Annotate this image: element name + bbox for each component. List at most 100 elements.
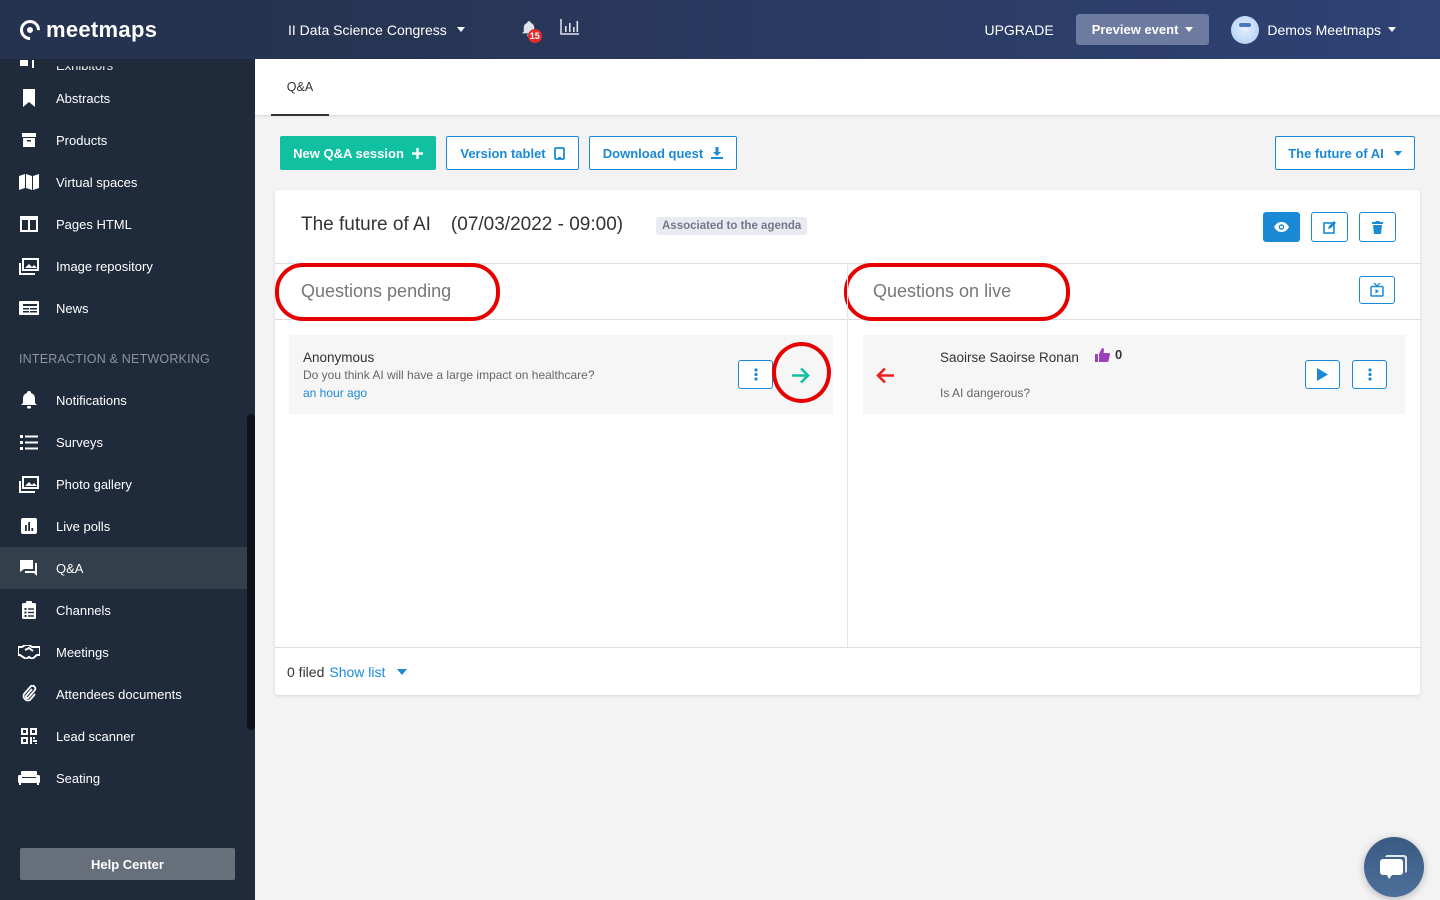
sidebar-item-live-polls[interactable]: Live polls bbox=[0, 505, 247, 547]
user-name: Demos Meetmaps bbox=[1267, 21, 1381, 38]
download-icon bbox=[711, 147, 724, 159]
sidebar-scrollbar[interactable] bbox=[247, 414, 255, 730]
chevron-down-icon bbox=[1185, 27, 1194, 32]
sidebar-item-attendees-documents[interactable]: Attendees documents bbox=[0, 673, 247, 715]
chat-bubbles-icon bbox=[1380, 855, 1408, 879]
question-text: Do you think AI will have a large impact… bbox=[303, 368, 595, 382]
sidebar-item-products[interactable]: Products bbox=[0, 119, 247, 161]
new-qa-session-label: New Q&A session bbox=[293, 145, 404, 161]
session-selector[interactable]: The future of AI bbox=[1275, 136, 1415, 170]
sidebar-item-label: Q&A bbox=[56, 560, 84, 576]
images-icon bbox=[18, 257, 40, 275]
tab-bar: Q&A bbox=[255, 59, 1440, 116]
question-text: Is AI dangerous? bbox=[940, 386, 1031, 400]
version-tablet-button[interactable]: Version tablet bbox=[446, 136, 579, 170]
question-options-button[interactable] bbox=[738, 360, 773, 389]
question-time[interactable]: an hour ago bbox=[303, 386, 367, 400]
sidebar-item-surveys[interactable]: Surveys bbox=[0, 421, 247, 463]
sidebar-item-label: Pages HTML bbox=[56, 216, 132, 232]
edit-icon bbox=[1323, 220, 1336, 234]
play-question-button[interactable] bbox=[1305, 360, 1340, 389]
sidebar-item-qa[interactable]: Q&A bbox=[0, 547, 247, 589]
sidebar-item-virtual-spaces[interactable]: Virtual spaces bbox=[0, 161, 247, 203]
user-menu[interactable]: Demos Meetmaps bbox=[1231, 15, 1396, 44]
new-qa-session-button[interactable]: New Q&A session bbox=[280, 136, 436, 170]
couch-icon bbox=[18, 769, 40, 787]
tab-qa[interactable]: Q&A bbox=[271, 59, 329, 116]
comments-icon bbox=[18, 559, 40, 577]
sidebar-item-label: Live polls bbox=[56, 518, 111, 534]
eye-icon bbox=[1274, 222, 1289, 232]
sidebar-item-seating[interactable]: Seating bbox=[0, 757, 247, 799]
meetmaps-logo[interactable]: meetmaps bbox=[15, 15, 157, 44]
download-questions-button[interactable]: Download quest bbox=[589, 136, 737, 170]
question-likes: 0 bbox=[1095, 347, 1122, 362]
trash-icon bbox=[1372, 220, 1383, 234]
download-questions-label: Download quest bbox=[602, 145, 704, 161]
event-name: II Data Science Congress bbox=[288, 21, 447, 38]
sidebar-item-channels[interactable]: Channels bbox=[0, 589, 247, 631]
sidebar-item-label: Image repository bbox=[56, 258, 153, 274]
upgrade-link[interactable]: UPGRADE bbox=[984, 22, 1053, 38]
sidebar-item-meetings[interactable]: Meetings bbox=[0, 631, 247, 673]
more-vertical-icon bbox=[1367, 368, 1372, 381]
sidebar: meetmaps Exhibitors Abstracts Products V… bbox=[0, 0, 255, 900]
columns-icon bbox=[18, 215, 40, 233]
notifications-button[interactable]: 15 bbox=[521, 20, 542, 43]
sidebar-item-exhibitors[interactable]: Exhibitors bbox=[0, 43, 247, 77]
view-session-button[interactable] bbox=[1263, 212, 1300, 242]
store-icon bbox=[18, 55, 40, 73]
sidebar-item-label: Lead scanner bbox=[56, 728, 135, 744]
topbar: II Data Science Congress 15 UPGRADE Prev… bbox=[255, 0, 1440, 59]
filed-questions-footer: 0 filed Show list bbox=[275, 647, 1420, 695]
question-options-button[interactable] bbox=[1352, 360, 1387, 389]
chevron-down-icon bbox=[456, 27, 465, 32]
preview-event-button[interactable]: Preview event bbox=[1075, 14, 1210, 45]
play-icon bbox=[1317, 368, 1328, 381]
annotation-highlight bbox=[275, 263, 500, 321]
session-name: The future of AI bbox=[301, 214, 431, 235]
archive-box-icon bbox=[18, 131, 40, 149]
sidebar-item-label: Seating bbox=[56, 770, 101, 786]
poll-icon bbox=[18, 517, 40, 535]
sidebar-item-label: Exhibitors bbox=[56, 58, 114, 73]
delete-session-button[interactable] bbox=[1359, 212, 1396, 242]
sidebar-item-label: Notifications bbox=[56, 392, 127, 408]
help-center-button[interactable]: Help Center bbox=[20, 848, 235, 880]
event-selector[interactable]: II Data Science Congress bbox=[288, 22, 465, 38]
sidebar-item-abstracts[interactable]: Abstracts bbox=[0, 77, 247, 119]
sidebar-item-label: Meetings bbox=[56, 644, 109, 660]
notification-count-badge: 15 bbox=[527, 28, 542, 43]
topbar-right: UPGRADE Preview event Demos Meetmaps bbox=[984, 14, 1396, 45]
edit-session-button[interactable] bbox=[1311, 212, 1348, 242]
sidebar-item-lead-scanner[interactable]: Lead scanner bbox=[0, 715, 247, 757]
sidebar-item-news[interactable]: News bbox=[0, 287, 247, 329]
statistics-icon[interactable] bbox=[560, 19, 579, 40]
move-to-pending-button[interactable] bbox=[873, 360, 897, 390]
annotation-highlight bbox=[844, 263, 1070, 321]
sidebar-item-label: Photo gallery bbox=[56, 476, 132, 492]
tablet-icon bbox=[553, 146, 565, 160]
session-header: The future of AI (07/03/2022 - 09:00) As… bbox=[275, 190, 1420, 264]
sidebar-item-photo-gallery[interactable]: Photo gallery bbox=[0, 463, 247, 505]
avatar bbox=[1231, 15, 1260, 44]
chevron-down-icon bbox=[1393, 150, 1402, 156]
list-icon bbox=[18, 433, 40, 451]
session-selector-value: The future of AI bbox=[1288, 145, 1384, 161]
live-screen-button[interactable] bbox=[1359, 276, 1395, 304]
show-list-toggle[interactable]: Show list bbox=[329, 663, 408, 680]
sidebar-item-image-repository[interactable]: Image repository bbox=[0, 245, 247, 287]
sidebar-item-notifications[interactable]: Notifications bbox=[0, 379, 247, 421]
plus-icon bbox=[411, 147, 423, 159]
clipboard-list-icon bbox=[18, 601, 40, 619]
sidebar-item-label: News bbox=[56, 300, 89, 316]
likes-count: 0 bbox=[1115, 347, 1123, 362]
sidebar-item-label: Abstracts bbox=[56, 90, 111, 106]
handshake-icon bbox=[18, 643, 40, 661]
question-author: Anonymous bbox=[303, 350, 375, 365]
sidebar-item-pages-html[interactable]: Pages HTML bbox=[0, 203, 247, 245]
map-icon bbox=[18, 173, 40, 191]
support-chat-button[interactable] bbox=[1364, 837, 1424, 897]
show-list-label: Show list bbox=[329, 663, 386, 680]
arrow-left-icon bbox=[875, 367, 894, 383]
